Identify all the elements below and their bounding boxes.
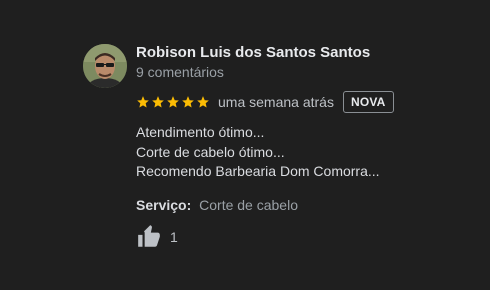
avatar[interactable] xyxy=(83,44,127,88)
star-icon xyxy=(182,96,194,108)
service-value: Corte de cabelo xyxy=(199,197,298,213)
star-icon xyxy=(167,96,179,108)
service-label: Serviço: xyxy=(136,197,192,213)
author-name[interactable]: Robison Luis dos Santos Santos xyxy=(136,44,370,61)
star-icon xyxy=(137,96,149,108)
thumbs-up-icon[interactable] xyxy=(136,224,162,250)
star-icon xyxy=(197,96,209,108)
review-text-line: Corte de cabelo ótimo... xyxy=(136,143,285,160)
star-rating xyxy=(136,95,210,109)
like-row: 1 xyxy=(136,223,178,251)
review-time: uma semana atrás xyxy=(218,94,334,110)
like-count: 1 xyxy=(170,229,178,245)
star-icon xyxy=(152,96,164,108)
review-text-line: Atendimento ótimo... xyxy=(136,124,265,140)
service-info: Serviço: Corte de cabelo xyxy=(136,197,298,213)
author-review-count[interactable]: 9 comentários xyxy=(136,64,224,80)
review-text-line: Recomendo Barbearia Dom Comorra... xyxy=(136,163,380,179)
review-text: Atendimento ótimo... Corte de cabelo óti… xyxy=(136,123,380,182)
rating-row: uma semana atrás NOVA xyxy=(136,90,394,114)
review-card: Robison Luis dos Santos Santos 9 comentá… xyxy=(0,0,490,290)
new-badge: NOVA xyxy=(342,91,394,113)
